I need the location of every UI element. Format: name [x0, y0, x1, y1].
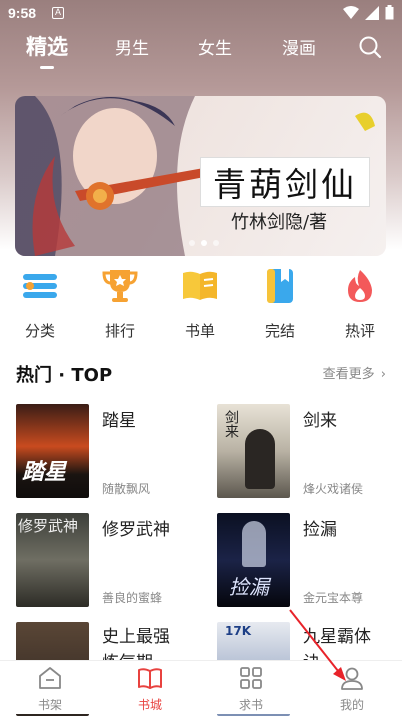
battery-icon	[385, 5, 394, 20]
see-more-label: 查看更多	[322, 367, 375, 382]
section-title: 热门 · TOP	[16, 365, 113, 386]
top-tabs: 精选 男生 女生 漫画	[0, 28, 402, 72]
bookmark-book-icon	[267, 269, 293, 303]
open-book-icon	[183, 271, 217, 300]
nav-label: 求书	[238, 698, 263, 712]
book-item[interactable]: 踏星 踏星 随散飘风	[16, 404, 196, 500]
nav-profile[interactable]: 我的	[322, 665, 382, 713]
book-cover: 剑来	[217, 404, 290, 498]
signal-icon	[365, 5, 379, 20]
book-item[interactable]: 捡漏 捡漏 金元宝本尊	[217, 513, 397, 609]
shortcut-label: 热评	[344, 322, 375, 340]
book-cover: 修罗武神	[16, 513, 89, 607]
shortcut-label: 排行	[104, 322, 135, 340]
tab-male[interactable]: 男生	[115, 34, 149, 59]
banner-title-box: 青葫剑仙	[201, 158, 369, 206]
bottom-nav: 书架 书城 求书 我的	[0, 660, 402, 714]
bookstore-icon	[138, 668, 162, 689]
cover-figure	[242, 521, 266, 567]
nav-request[interactable]: 求书	[221, 665, 281, 713]
book-author: 金元宝本尊	[303, 591, 364, 605]
cover-title: 修罗武神	[18, 517, 79, 535]
sim-icon: A	[52, 7, 64, 19]
bookshelf-icon	[39, 667, 61, 689]
tab-featured[interactable]: 精选	[26, 31, 68, 61]
shortcut-hot-reviews[interactable]: 热评	[330, 268, 390, 341]
shortcut-label: 分类	[24, 322, 55, 340]
book-author: 善良的蜜蜂	[102, 591, 163, 605]
shortcut-ranking[interactable]: 排行	[90, 268, 150, 341]
category-list-icon	[23, 274, 57, 298]
book-item[interactable]: 剑来 剑来 烽火戏诸侯	[217, 404, 397, 500]
wifi-icon	[343, 5, 359, 19]
status-time: 9:58	[8, 5, 37, 21]
banner-dot	[189, 240, 195, 246]
search-icon[interactable]	[358, 35, 382, 59]
book-cover: 踏星	[16, 404, 89, 498]
trophy-icon	[102, 270, 138, 302]
cover-badge: 17K	[225, 624, 251, 638]
cover-figure	[245, 429, 275, 489]
category-shortcuts: 分类 排行 书单 完结 热评	[0, 268, 402, 341]
see-more-link[interactable]: 查看更多 ›	[323, 363, 386, 382]
shortcut-completed[interactable]: 完结	[250, 268, 310, 341]
tab-female[interactable]: 女生	[198, 34, 232, 59]
banner-dot	[213, 240, 219, 246]
book-author: 随散飘风	[102, 482, 151, 496]
banner-title: 青葫剑仙	[213, 165, 357, 204]
nav-label: 书架	[37, 698, 62, 712]
banner-author: 竹林剑隐/著	[231, 212, 328, 233]
banner-dot-active	[201, 240, 207, 246]
book-title: 踏星	[102, 411, 136, 431]
shortcut-booklist[interactable]: 书单	[170, 268, 230, 341]
nav-label: 书城	[137, 698, 162, 712]
banner-pagination	[189, 240, 219, 246]
book-cover: 捡漏	[217, 513, 290, 607]
nav-bookshelf[interactable]: 书架	[20, 665, 80, 713]
book-title: 剑来	[303, 411, 337, 431]
shortcut-label: 完结	[264, 322, 295, 340]
nav-bookstore[interactable]: 书城	[120, 665, 180, 713]
tab-comics[interactable]: 漫画	[282, 34, 316, 59]
fire-icon	[348, 270, 372, 302]
book-item[interactable]: 修罗武神 修罗武神 善良的蜜蜂	[16, 513, 196, 609]
status-icons	[343, 5, 394, 20]
nav-label: 我的	[339, 698, 364, 712]
book-title: 修罗武神	[102, 520, 170, 540]
shortcut-category[interactable]: 分类	[10, 268, 70, 341]
profile-icon	[341, 667, 363, 690]
book-author: 烽火戏诸侯	[303, 482, 364, 496]
shortcut-label: 书单	[184, 322, 215, 340]
cover-title: 剑来	[223, 410, 239, 438]
cover-title: 踏星	[22, 460, 67, 485]
promo-banner[interactable]: 青葫剑仙 竹林剑隐/著	[15, 96, 386, 256]
book-title: 捡漏	[303, 520, 337, 540]
grid-icon	[240, 667, 262, 689]
cover-title: 捡漏	[229, 575, 269, 599]
status-bar: 9:58 A	[0, 0, 402, 28]
chevron-right-icon: ›	[380, 367, 386, 382]
